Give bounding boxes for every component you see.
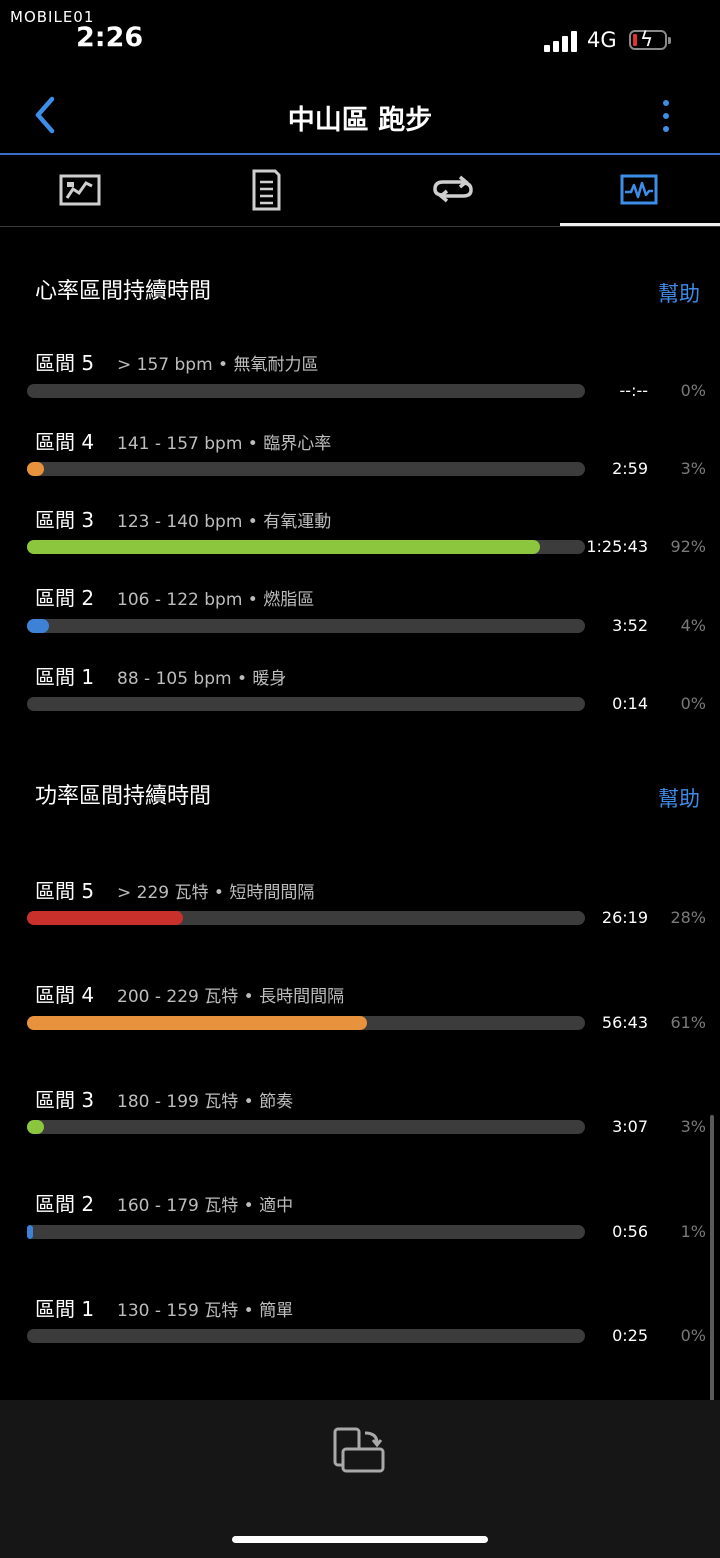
- zone-description: > 229 瓦特 • 短時間間隔: [117, 883, 315, 903]
- zone-bar: [27, 462, 585, 476]
- zone-percent: 3%: [680, 1117, 706, 1136]
- zone-percent: 1%: [680, 1222, 706, 1241]
- more-options-button[interactable]: [654, 98, 678, 138]
- tab-details[interactable]: [226, 165, 306, 215]
- zone-duration: 1:25:43: [586, 537, 648, 556]
- zone-bar: [27, 1329, 585, 1343]
- tab-charts[interactable]: [600, 165, 680, 215]
- zone-name: 區間 1: [35, 1297, 95, 1321]
- zone-bar: [27, 911, 585, 925]
- zone-bar-fill: [27, 911, 184, 925]
- zone-duration: 26:19: [601, 908, 648, 927]
- zone-description: 141 - 157 bpm • 臨界心率: [117, 434, 332, 454]
- zone-name: 區間 1: [35, 665, 95, 689]
- zone-name: 區間 2: [35, 1192, 95, 1216]
- zone-description: 88 - 105 bpm • 暖身: [117, 669, 287, 689]
- zone-name: 區間 4: [35, 983, 95, 1007]
- signal-icon: [544, 30, 578, 52]
- zone-description: 123 - 140 bpm • 有氧運動: [117, 512, 332, 532]
- zone-bar-fill: [27, 1016, 368, 1030]
- zone-bar-fill: [27, 1120, 44, 1134]
- tab-laps[interactable]: [413, 165, 493, 215]
- zone-percent: 0%: [680, 694, 706, 713]
- power-section-title: 功率區間持續時間: [35, 784, 212, 809]
- zone-bar-fill: [27, 462, 44, 476]
- rotate-screen-icon: [333, 1427, 385, 1473]
- zone-description: 160 - 179 瓦特 • 適中: [117, 1196, 294, 1216]
- zone-duration: 0:14: [612, 694, 648, 713]
- zone-percent: 61%: [670, 1013, 706, 1032]
- zone-duration: 0:25: [612, 1326, 648, 1345]
- heart-rate-section-title: 心率區間持續時間: [35, 279, 212, 304]
- zone-duration: 2:59: [612, 459, 648, 478]
- heart-rate-help-link[interactable]: 幫助: [658, 278, 700, 308]
- zone-name: 區間 5: [35, 351, 95, 375]
- zone-name: 區間 2: [35, 586, 95, 610]
- zone-duration: --:--: [619, 381, 648, 400]
- zone-percent: 3%: [680, 459, 706, 478]
- zone-description: 180 - 199 瓦特 • 節奏: [117, 1092, 294, 1112]
- zone-percent: 0%: [680, 381, 706, 400]
- zone-name: 區間 3: [35, 1088, 95, 1112]
- zone-name: 區間 4: [35, 430, 95, 454]
- zone-percent: 28%: [670, 908, 706, 927]
- zone-bar: [27, 1120, 585, 1134]
- page-title: 中山區 跑步: [287, 105, 433, 136]
- home-indicator: [232, 1536, 488, 1543]
- zone-bar-fill: [27, 540, 541, 554]
- zone-percent: 4%: [680, 616, 706, 635]
- bottom-toolbar: [0, 1400, 720, 1558]
- zone-description: 130 - 159 瓦特 • 簡單: [117, 1301, 294, 1321]
- rotate-screen-button[interactable]: [331, 1425, 389, 1475]
- zone-description: 106 - 122 bpm • 燃脂區: [117, 590, 315, 610]
- header-divider: [0, 153, 720, 155]
- zone-duration: 3:52: [612, 616, 648, 635]
- zone-bar-fill: [27, 1225, 33, 1239]
- tabs-divider: [0, 226, 720, 227]
- battery-icon: ϟ: [629, 29, 671, 50]
- power-help-link[interactable]: 幫助: [658, 783, 700, 813]
- zone-bar: [27, 619, 585, 633]
- zone-duration: 56:43: [601, 1013, 648, 1032]
- tab-map[interactable]: [40, 165, 120, 215]
- zone-duration: 3:07: [612, 1117, 648, 1136]
- charts-icon: [620, 174, 658, 205]
- zone-bar: [27, 697, 585, 711]
- status-time: 2:26: [76, 22, 144, 53]
- zone-bar: [27, 1016, 585, 1030]
- zone-percent: 0%: [680, 1326, 706, 1345]
- zone-name: 區間 3: [35, 508, 95, 532]
- map-icon: [59, 174, 101, 206]
- zone-bar-fill: [27, 619, 50, 633]
- zone-description: > 157 bpm • 無氧耐力區: [117, 355, 319, 375]
- network-type: 4G: [587, 28, 617, 52]
- zone-description: 200 - 229 瓦特 • 長時間間隔: [117, 987, 345, 1007]
- laps-icon: [433, 175, 473, 203]
- zone-bar: [27, 1225, 585, 1239]
- zone-name: 區間 5: [35, 879, 95, 903]
- zone-bar: [27, 384, 585, 398]
- details-icon: [252, 169, 281, 211]
- zone-duration: 0:56: [612, 1222, 648, 1241]
- zone-bar: [27, 540, 585, 554]
- zone-percent: 92%: [670, 537, 706, 556]
